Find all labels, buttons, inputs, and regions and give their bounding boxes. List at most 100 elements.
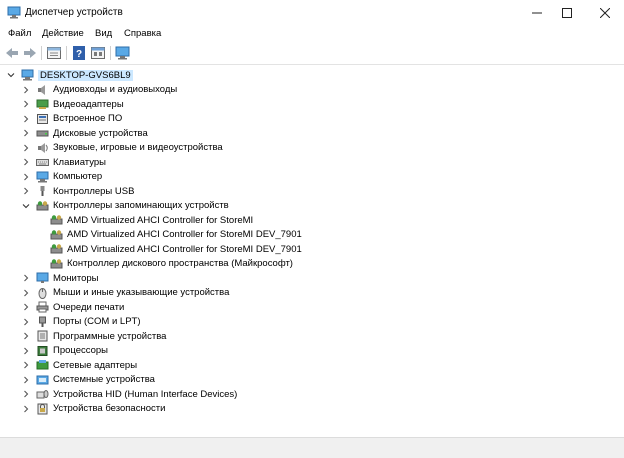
chevron-right-icon[interactable] xyxy=(22,83,30,97)
maximize-icon xyxy=(562,8,572,18)
printer-icon xyxy=(36,301,49,313)
scan-hardware-icon[interactable] xyxy=(115,45,131,61)
tree-category[interactable]: Программные устройства xyxy=(22,329,166,343)
properties-view-icon[interactable] xyxy=(46,45,62,61)
tree-category[interactable]: Компьютер xyxy=(22,170,102,184)
minimize-button[interactable] xyxy=(520,0,554,26)
storage-controller-icon xyxy=(50,258,63,268)
chevron-right-icon[interactable] xyxy=(22,141,30,155)
tree-category[interactable]: Звуковые, игровые и видеоустройства xyxy=(22,141,223,155)
category-label: Очереди печати xyxy=(53,301,125,313)
category-label: Системные устройства xyxy=(53,374,155,385)
tree-category[interactable]: Встроенное ПО xyxy=(22,112,122,126)
tree-category[interactable]: Устройства HID (Human Interface Devices) xyxy=(22,387,237,401)
category-label: Устройства безопасности xyxy=(53,403,166,414)
processor-icon xyxy=(37,345,48,356)
chevron-down-icon[interactable] xyxy=(7,68,15,82)
chevron-right-icon[interactable] xyxy=(22,358,30,372)
device-manager-app-icon xyxy=(7,6,21,19)
device-item[interactable]: AMD Virtualized AHCI Controller for Stor… xyxy=(50,213,253,227)
chevron-right-icon[interactable] xyxy=(22,344,30,358)
chevron-right-icon[interactable] xyxy=(22,315,30,329)
status-bar xyxy=(0,437,624,458)
category-label: Порты (COM и LPT) xyxy=(53,316,141,327)
chevron-right-icon[interactable] xyxy=(22,271,30,285)
category-label: Встроенное ПО xyxy=(53,113,123,124)
close-button[interactable] xyxy=(588,0,622,26)
device-label: AMD Virtualized AHCI Controller for Stor… xyxy=(67,243,302,255)
chevron-right-icon[interactable] xyxy=(22,155,30,169)
menu-view[interactable]: Вид xyxy=(95,28,112,39)
tree-category[interactable]: Клавиатуры xyxy=(22,155,106,169)
system-device-icon xyxy=(36,375,49,384)
chevron-right-icon[interactable] xyxy=(22,286,30,300)
sound-icon xyxy=(38,142,48,153)
category-label: Устройства HID (Human Interface Devices) xyxy=(53,388,238,400)
device-tree: DESKTOP-GVS6BL9 Аудиовходы и аудиовыходы… xyxy=(0,65,624,433)
tree-category[interactable]: Видеоадаптеры xyxy=(22,97,124,111)
monitor-icon xyxy=(36,272,49,283)
menu-action[interactable]: Действие xyxy=(42,28,84,39)
tree-category[interactable]: Системные устройства xyxy=(22,373,155,387)
category-label: Сетевые адаптеры xyxy=(53,359,138,371)
port-icon xyxy=(39,316,46,327)
chevron-right-icon[interactable] xyxy=(22,329,30,343)
resources-view-icon[interactable] xyxy=(90,45,106,61)
category-label: Мыши и иные указывающие устройства xyxy=(53,287,230,298)
category-label: Видеоадаптеры xyxy=(53,98,124,110)
firmware-icon xyxy=(37,113,48,124)
tree-category[interactable]: Дисковые устройства xyxy=(22,126,148,140)
hid-icon xyxy=(36,390,49,399)
device-item[interactable]: Контроллер дискового пространства (Майкр… xyxy=(50,257,293,271)
tree-category[interactable]: Устройства безопасности xyxy=(22,402,165,416)
tree-category[interactable]: Мониторы xyxy=(22,271,99,285)
category-label: Контроллеры запоминающих устройств xyxy=(53,200,229,211)
help-book-icon[interactable]: ? xyxy=(71,45,87,61)
chevron-right-icon[interactable] xyxy=(22,112,30,126)
menu-help[interactable]: Справка xyxy=(124,28,161,39)
tree-category[interactable]: Процессоры xyxy=(22,344,108,358)
chevron-down-icon[interactable] xyxy=(22,199,30,213)
tree-category[interactable]: Очереди печати xyxy=(22,300,124,314)
chevron-right-icon[interactable] xyxy=(22,184,30,198)
maximize-button[interactable] xyxy=(550,0,584,26)
tree-category[interactable]: Порты (COM и LPT) xyxy=(22,315,141,329)
toolbar-separator xyxy=(41,46,42,60)
tree-category[interactable]: Аудиовходы и аудиовыходы xyxy=(22,83,177,97)
mouse-icon xyxy=(38,287,47,299)
tree-category[interactable]: Мыши и иные указывающие устройства xyxy=(22,286,229,300)
chevron-right-icon[interactable] xyxy=(22,300,30,314)
toolbar-separator xyxy=(110,46,111,60)
tree-category[interactable]: Сетевые адаптеры xyxy=(22,358,137,372)
category-label: Контроллеры USB xyxy=(53,185,135,197)
category-label: Аудиовходы и аудиовыходы xyxy=(53,84,178,95)
tree-category-expanded[interactable]: Контроллеры запоминающих устройств xyxy=(22,199,229,213)
category-label: Компьютер xyxy=(53,171,103,182)
network-adapter-icon xyxy=(36,360,49,370)
category-label: Дисковые устройства xyxy=(53,127,148,139)
tree-category[interactable]: Контроллеры USB xyxy=(22,184,134,198)
close-icon xyxy=(600,8,610,18)
chevron-right-icon[interactable] xyxy=(22,126,30,140)
chevron-right-icon[interactable] xyxy=(22,373,30,387)
chevron-right-icon[interactable] xyxy=(22,170,30,184)
storage-controller-icon xyxy=(50,244,63,254)
storage-controller-icon xyxy=(50,215,63,225)
usb-icon xyxy=(40,186,45,196)
tree-root[interactable]: DESKTOP-GVS6BL9 xyxy=(7,68,133,82)
device-label: AMD Virtualized AHCI Controller for Stor… xyxy=(67,229,302,240)
chevron-right-icon[interactable] xyxy=(22,402,30,416)
keyboard-icon xyxy=(36,159,49,166)
device-item[interactable]: AMD Virtualized AHCI Controller for Stor… xyxy=(50,242,302,256)
forward-arrow-icon[interactable] xyxy=(22,45,38,61)
computer-icon xyxy=(21,69,34,81)
chevron-right-icon[interactable] xyxy=(22,387,30,401)
device-item[interactable]: AMD Virtualized AHCI Controller for Stor… xyxy=(50,228,302,242)
speaker-icon xyxy=(38,84,45,95)
category-label: Процессоры xyxy=(53,345,109,356)
svg-text:?: ? xyxy=(76,49,82,60)
chevron-right-icon[interactable] xyxy=(22,97,30,111)
minimize-icon xyxy=(532,12,542,14)
back-arrow-icon[interactable] xyxy=(4,45,20,61)
menu-file[interactable]: Файл xyxy=(8,28,31,39)
